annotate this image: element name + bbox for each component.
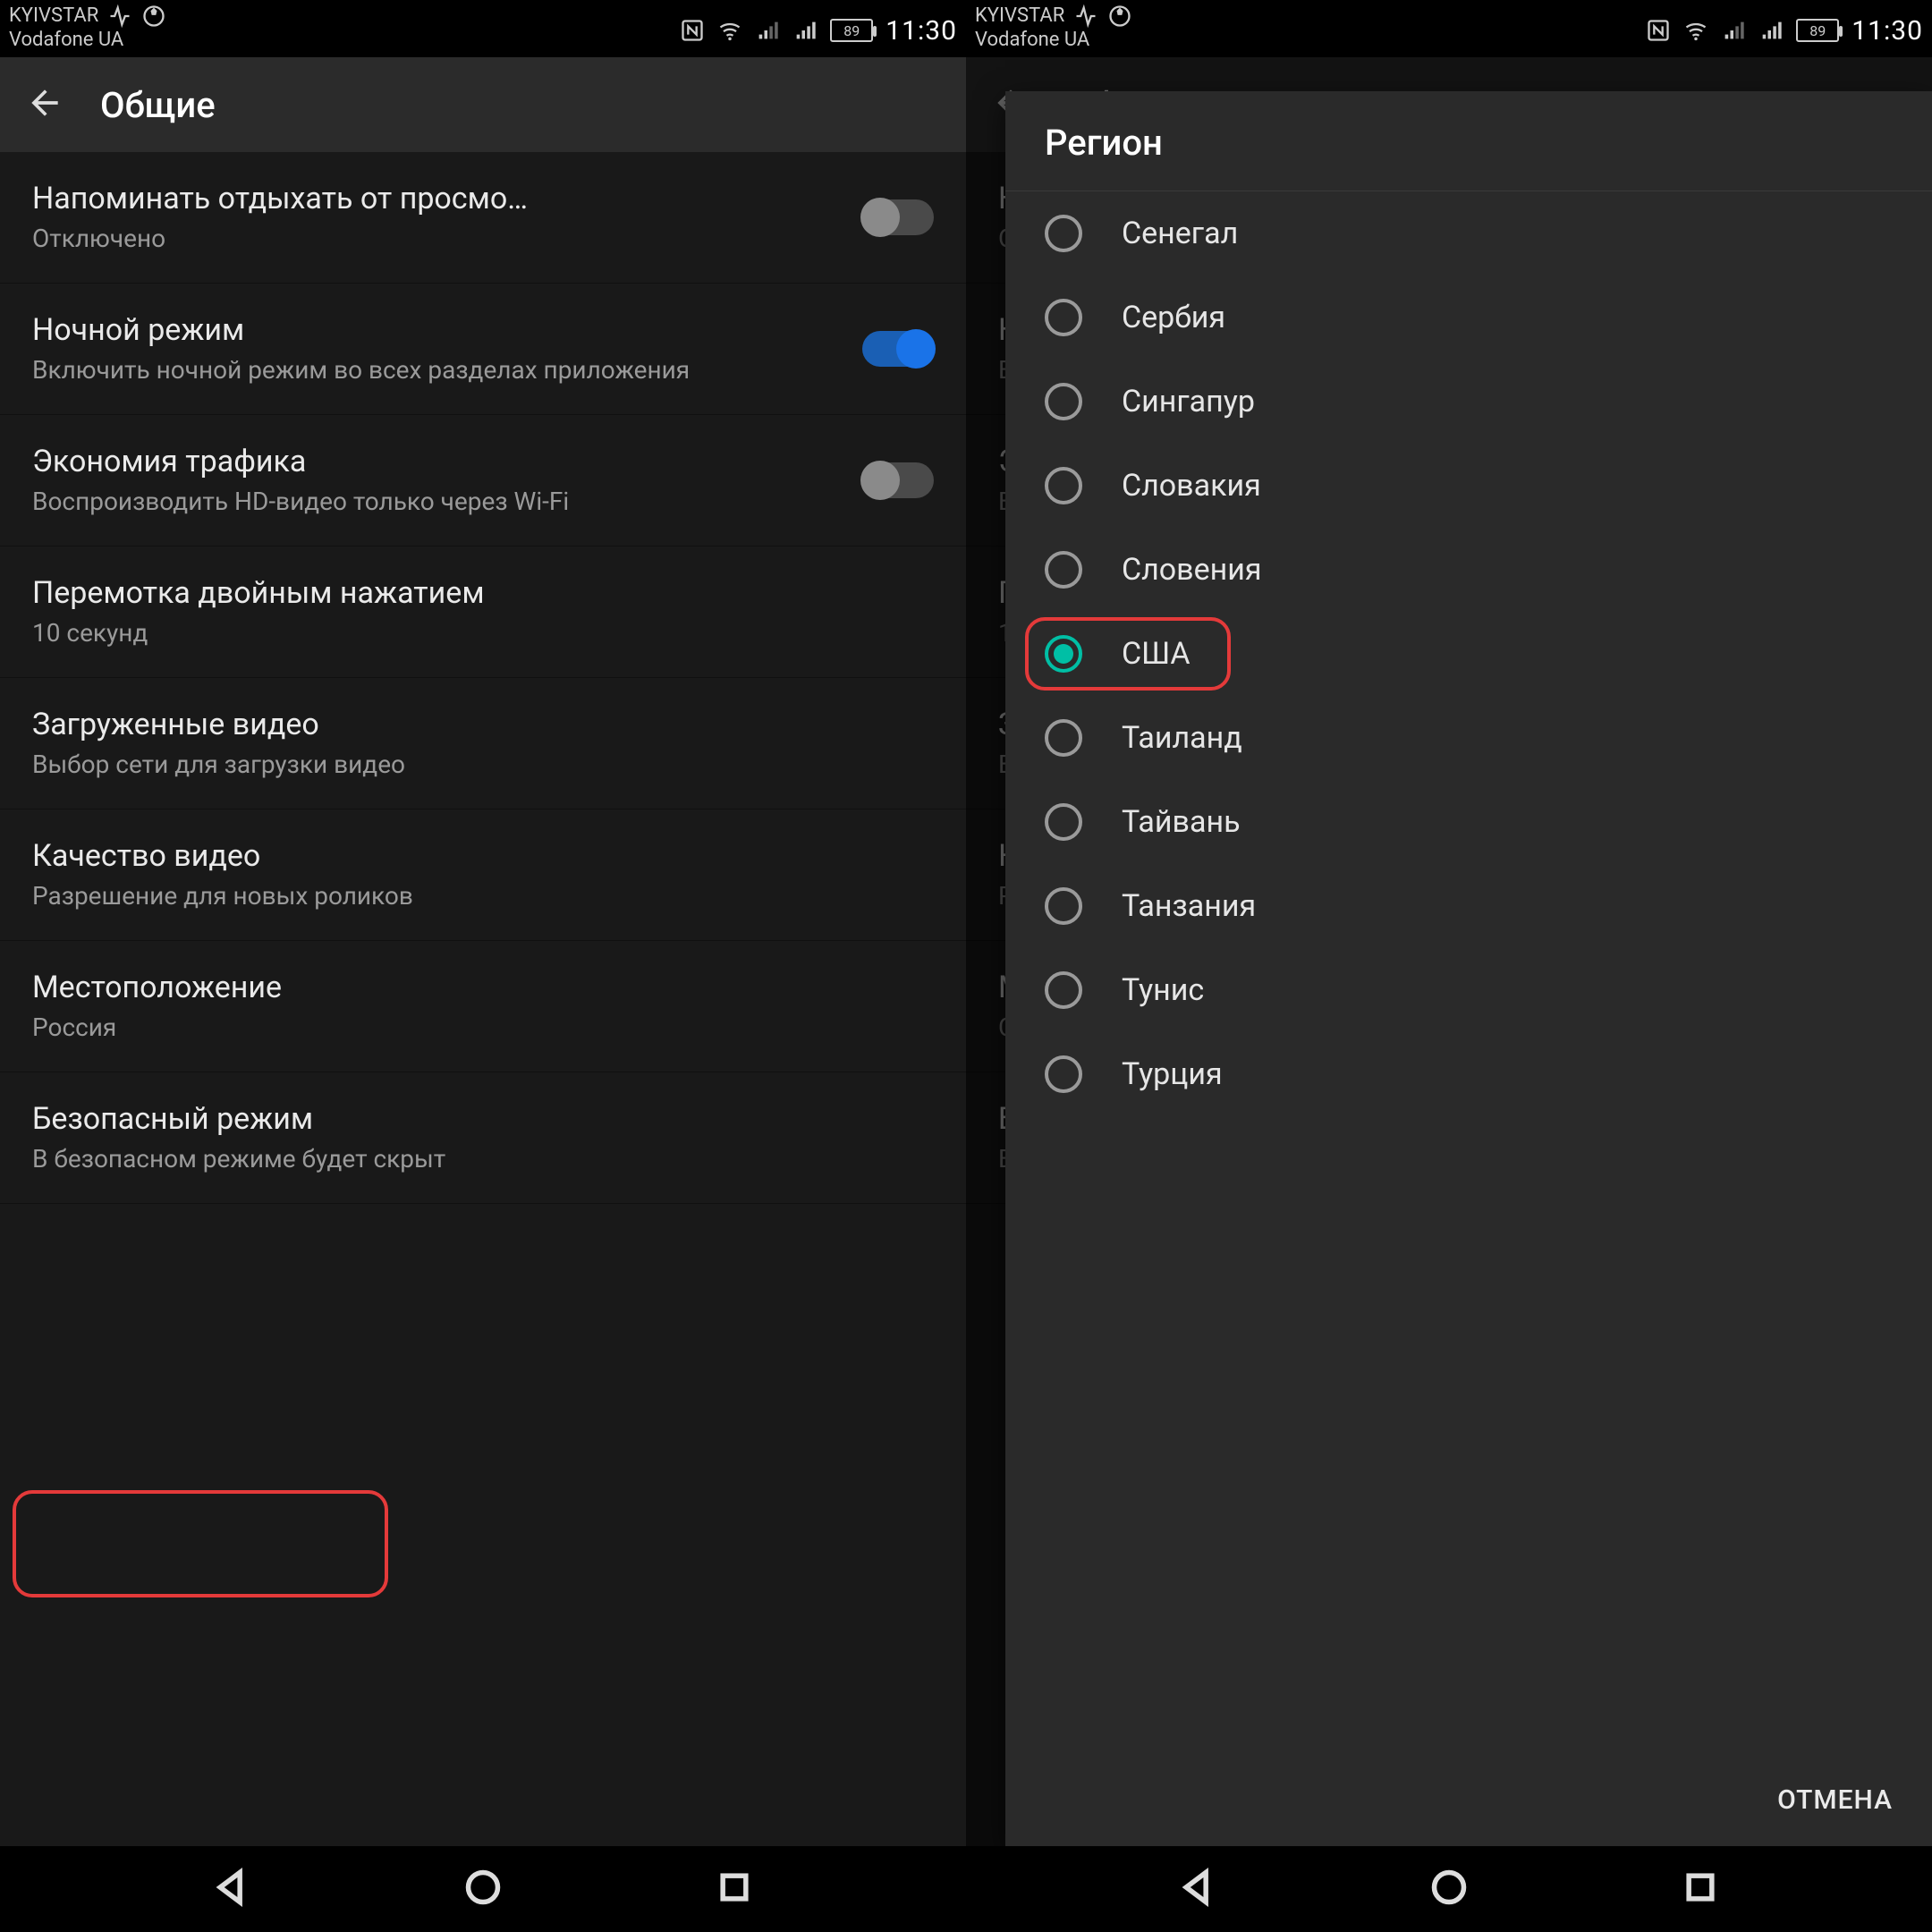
signal-1-icon [755,18,780,43]
row-title: Ночной режим [32,310,844,350]
region-option-selected[interactable]: США [1005,612,1932,696]
radio-icon [1045,467,1082,504]
row-title: Местоположение [32,968,934,1007]
region-option[interactable]: Тунис [1005,948,1932,1032]
row-title: Загруженные видео [32,705,934,744]
row-title: Экономия трафика [32,442,844,481]
row-title: Качество видео [32,836,934,876]
clock: 11:30 [886,15,957,47]
region-list[interactable]: Сенегал Сербия Сингапур Словакия Словени… [1005,191,1932,1750]
nav-back[interactable] [212,1868,251,1911]
cancel-button[interactable]: ОТМЕНА [1770,1772,1900,1828]
region-option[interactable]: Словения [1005,528,1932,612]
row-restricted-mode[interactable]: Безопасный режимВ безопасном режиме буде… [0,1072,966,1204]
nfc-icon [1646,18,1671,43]
row-remind-break[interactable]: Напоминать отдыхать от просмо… Отключено [0,152,966,284]
carrier-1: KYIVSTAR [975,4,1064,28]
settings-list[interactable]: Напоминать отдыхать от просмо…Отключено … [0,152,966,1846]
radio-icon [1045,635,1082,673]
signal-2-icon [1758,18,1784,43]
row-subtitle: Отключено [32,222,844,256]
activity-icon [1073,4,1098,29]
page-title: Общие [100,84,216,126]
status-bar: KYIVSTAR Vodafone UA 89 11:30 [966,0,1932,57]
dialog-title: Регион [1005,91,1932,191]
row-subtitle: Разрешение для новых роликов [32,879,934,913]
region-option[interactable]: Сербия [1005,275,1932,360]
row-title: Перемотка двойным нажатием [32,573,934,613]
toggle-night-mode[interactable] [862,331,934,367]
region-option[interactable]: Таиланд [1005,696,1932,780]
nav-home[interactable] [463,1868,503,1911]
radio-icon [1045,551,1082,589]
row-subtitle: Воспроизводить HD-видео только через Wi-… [32,485,844,519]
row-location[interactable]: Местоположение Россия [0,941,966,1072]
row-night-mode[interactable]: Ночной режимВключить ночной режим во все… [0,284,966,415]
battery-icon: 89 [1796,19,1839,42]
wifi-icon [717,18,742,43]
soccer-icon [1107,4,1132,29]
region-option[interactable]: Турция [1005,1032,1932,1116]
activity-icon [107,4,132,29]
row-subtitle: В безопасном режиме будет скрыт [32,1142,934,1176]
nfc-icon [680,18,705,43]
wifi-icon [1683,18,1708,43]
back-button[interactable] [25,83,64,126]
region-dialog: Регион Сенегал Сербия Сингапур Словакия … [1005,91,1932,1846]
nav-recent[interactable] [715,1868,754,1911]
signal-2-icon [792,18,818,43]
radio-icon [1045,971,1082,1009]
carrier-2: Vodafone UA [9,29,166,52]
row-downloads[interactable]: Загруженные видео Выбор сети для загрузки… [0,678,966,809]
region-option[interactable]: Танзания [1005,864,1932,948]
nav-bar [0,1846,966,1932]
status-bar: KYIVSTAR Vodafone UA 89 11:30 [0,0,966,57]
toggle-data-saver[interactable] [862,462,934,498]
row-data-saver[interactable]: Экономия трафика Воспроизводить HD-видео … [0,415,966,547]
app-bar: Общие [0,57,966,152]
signal-1-icon [1721,18,1746,43]
nav-bar [966,1846,1932,1932]
region-option[interactable]: Тайвань [1005,780,1932,864]
radio-icon [1045,803,1082,841]
row-subtitle: Выбор сети для загрузки видео [32,748,934,782]
carrier-2: Vodafone UA [975,29,1132,52]
phone-left: KYIVSTAR Vodafone UA 89 11:30 Общие На [0,0,966,1932]
region-option[interactable]: Словакия [1005,444,1932,528]
row-subtitle: Россия [32,1011,934,1045]
clock: 11:30 [1852,15,1923,47]
radio-icon [1045,719,1082,757]
radio-icon [1045,215,1082,252]
row-subtitle: Включить ночной режим во всех разделах п… [32,353,844,387]
toggle-remind-break[interactable] [862,199,934,235]
battery-icon: 89 [830,19,873,42]
nav-back[interactable] [1178,1868,1217,1911]
radio-icon [1045,887,1082,925]
row-title: Напоминать отдыхать от просмо… [32,179,844,218]
region-option[interactable]: Сенегал [1005,191,1932,275]
row-subtitle: 10 секунд [32,616,934,650]
radio-icon [1045,383,1082,420]
row-double-tap[interactable]: Перемотка двойным нажатием10 секунд [0,547,966,678]
row-title: Безопасный режим [32,1099,934,1139]
region-option[interactable]: Сингапур [1005,360,1932,444]
nav-home[interactable] [1429,1868,1469,1911]
nav-recent[interactable] [1681,1868,1720,1911]
carrier-1: KYIVSTAR [9,4,98,28]
radio-icon [1045,1055,1082,1093]
radio-icon [1045,299,1082,336]
row-video-quality[interactable]: Качество видеоРазрешение для новых ролик… [0,809,966,941]
phone-right: KYIVSTAR Vodafone UA 89 11:30 Общие Напо… [966,0,1932,1932]
soccer-icon [141,4,166,29]
